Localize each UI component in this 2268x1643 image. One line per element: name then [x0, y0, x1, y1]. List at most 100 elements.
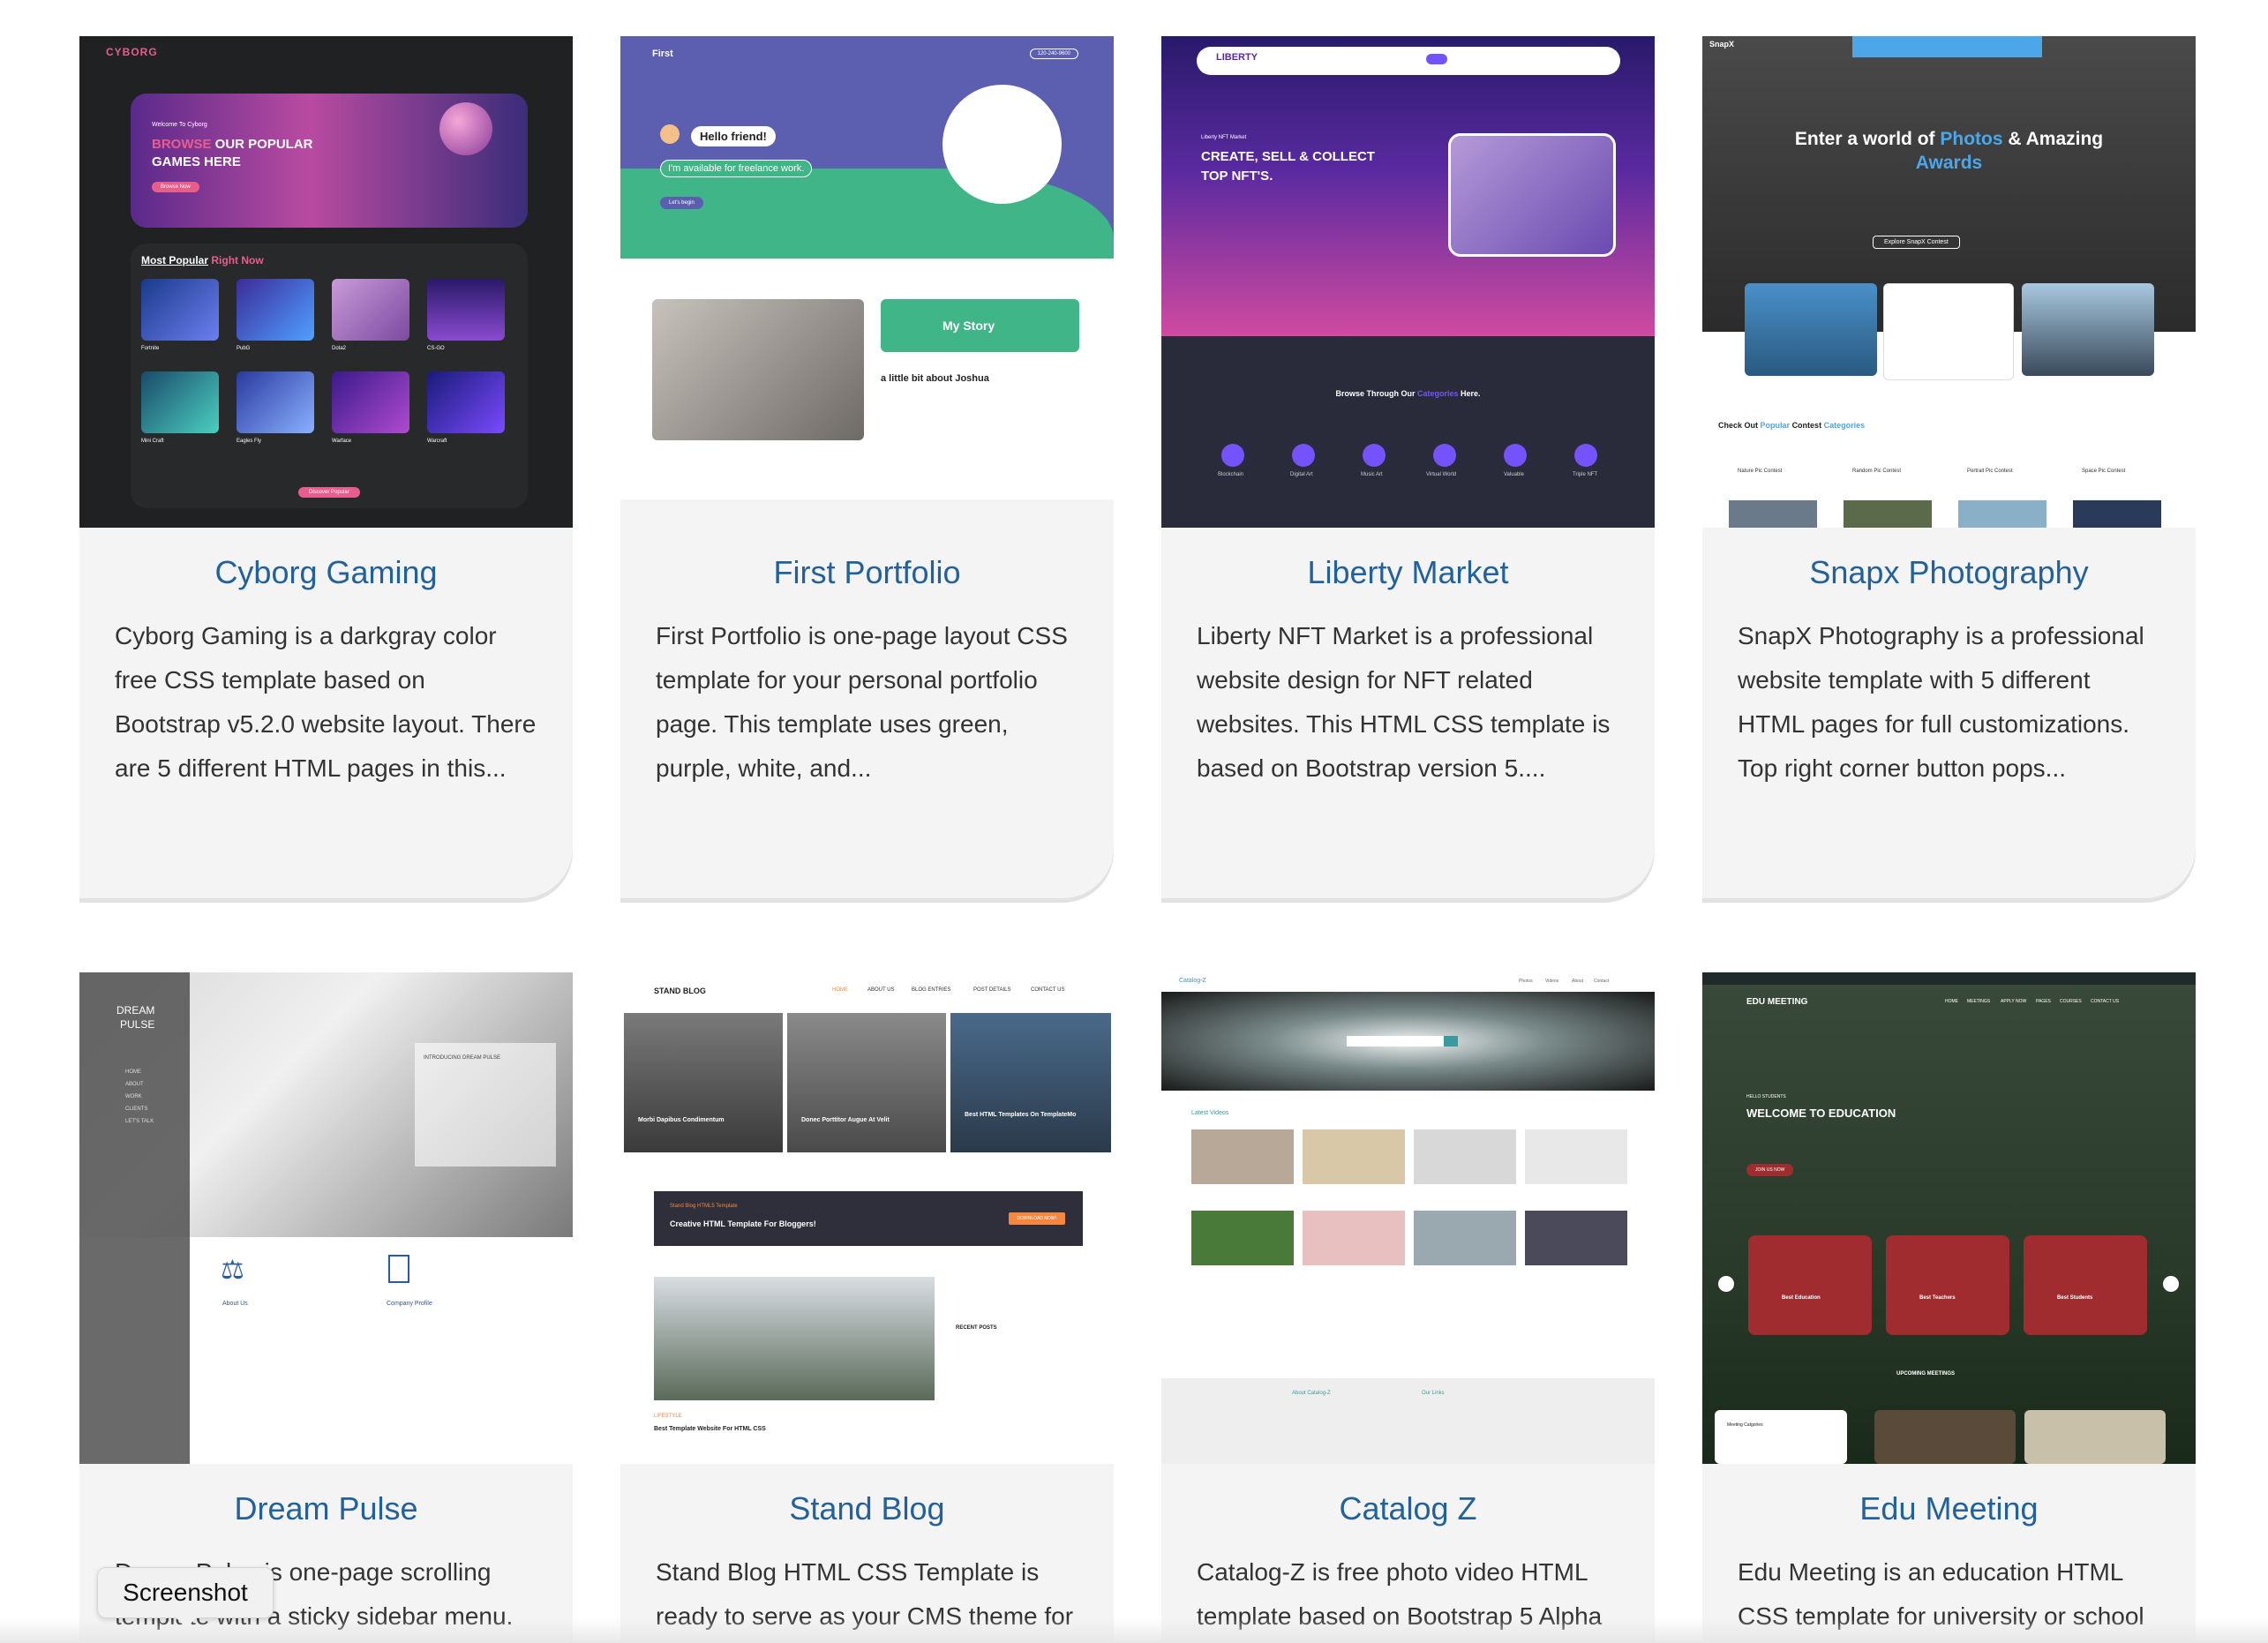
snapx-thumbnail[interactable]: SnapX Enter a world of Photos & Amazing …	[1702, 36, 2196, 528]
liberty-headline-1: CREATE, SELL & COLLECT	[1201, 149, 1375, 164]
chevron-right-icon[interactable]	[2163, 1276, 2179, 1292]
template-card-catalog-z[interactable]: Catalog-Z Photos Videos About Contact La…	[1161, 972, 1655, 1643]
download-now-button[interactable]: DOWNLOAD NOW!	[1008, 1212, 1065, 1225]
edu-nav-item[interactable]: COURSES	[2060, 999, 2082, 1004]
game-thumb[interactable]	[332, 371, 409, 433]
edu-nav-item[interactable]: PAGES	[2036, 999, 2051, 1004]
game-thumb[interactable]	[237, 371, 314, 433]
catalog-nav-item[interactable]: Photos	[1519, 979, 1533, 984]
template-card-edu-meeting[interactable]: EDU MEETING HOME MEETINGS APPLY NOW PAGE…	[1702, 972, 2196, 1643]
stand-nav-item[interactable]: HOME	[832, 987, 848, 993]
game-title: CS-GO	[427, 346, 445, 351]
video-thumb[interactable]	[1414, 1129, 1516, 1184]
snapx-category[interactable]: Space Pic Contest	[2082, 469, 2125, 474]
explore-contest-button[interactable]: Explore SnapX Contest	[1873, 236, 1960, 249]
template-card-cyborg[interactable]: CYBORG Welcome To Cyborg BROWSE OUR POPU…	[79, 36, 573, 898]
edu-feature-label: Best Students	[2057, 1295, 2093, 1301]
game-thumb[interactable]	[141, 279, 219, 341]
stand-slide[interactable]: Morbi Dapibus Condimentum	[624, 1013, 783, 1152]
video-thumb[interactable]	[1414, 1211, 1516, 1265]
game-thumb[interactable]	[427, 371, 505, 433]
template-card-stand-blog[interactable]: STAND BLOG HOME ABOUT US BLOG ENTRIES PO…	[620, 972, 1114, 1643]
cyborg-section-title-accent: Right Now	[211, 254, 264, 266]
stand-blog-thumbnail[interactable]: STAND BLOG HOME ABOUT US BLOG ENTRIES PO…	[620, 972, 1114, 1464]
liberty-headline-2: TOP NFT'S.	[1201, 169, 1273, 184]
template-card-liberty-market[interactable]: LIBERTY Liberty NFT Market CREATE, SELL …	[1161, 36, 1655, 898]
stand-nav-item[interactable]: POST DETAILS	[973, 987, 1010, 993]
nav-home-pill[interactable]	[1426, 54, 1447, 64]
game-thumb[interactable]	[141, 371, 219, 433]
card-title[interactable]: Cyborg Gaming	[79, 552, 573, 593]
badge-tail	[176, 1617, 197, 1628]
video-thumb[interactable]	[1191, 1129, 1294, 1184]
video-thumb[interactable]	[1525, 1129, 1627, 1184]
virtual-world-icon[interactable]	[1433, 444, 1456, 467]
dream-pulse-thumbnail[interactable]: DREAM PULSE HOME ABOUT WORK CLIENTS LET'…	[79, 972, 573, 1464]
video-thumb[interactable]	[1303, 1211, 1405, 1265]
valuable-icon[interactable]	[1504, 444, 1527, 467]
cyborg-cta-button[interactable]: Browse Now	[152, 182, 199, 192]
dream-nav-item[interactable]: HOME	[125, 1069, 141, 1075]
digital-art-icon[interactable]	[1292, 444, 1315, 467]
discover-popular-button[interactable]: Discover Popular	[298, 487, 360, 498]
card-title[interactable]: Dream Pulse	[79, 1489, 573, 1529]
meeting-card[interactable]	[2024, 1410, 2166, 1464]
search-icon[interactable]	[1444, 1036, 1458, 1047]
category-thumb	[1844, 500, 1932, 528]
triple-nft-icon[interactable]	[1574, 444, 1597, 467]
catalog-z-thumbnail[interactable]: Catalog-Z Photos Videos About Contact La…	[1161, 972, 1655, 1464]
catalog-nav-item[interactable]: Contact	[1594, 979, 1609, 984]
snapx-category[interactable]: Nature Pic Contest	[1738, 469, 1782, 474]
stand-nav-item[interactable]: ABOUT US	[867, 987, 895, 993]
edu-nav-item[interactable]: APPLY NOW	[2001, 999, 2026, 1004]
game-thumb[interactable]	[237, 279, 314, 341]
card-title[interactable]: First Portfolio	[620, 552, 1114, 593]
thumb-bottom-gap	[620, 499, 1114, 528]
dream-nav-item[interactable]: LET'S TALK	[125, 1119, 154, 1124]
freelance-bubble: I'm available for freelance work.	[660, 160, 813, 177]
join-us-button[interactable]: JOIN US NOW	[1746, 1164, 1794, 1176]
stand-slide[interactable]: Donec Porttitor Augue At Velit	[787, 1013, 946, 1152]
lets-begin-button[interactable]: Let's begin	[660, 197, 703, 209]
phone-pill[interactable]: 120-240-9600	[1029, 49, 1078, 59]
video-thumb[interactable]	[1303, 1129, 1405, 1184]
about-joshua: a little bit about Joshua	[881, 373, 989, 384]
catalog-search-input[interactable]	[1347, 1036, 1444, 1047]
music-art-icon[interactable]	[1363, 444, 1386, 467]
dream-nav-item[interactable]: ABOUT	[125, 1082, 144, 1087]
liberty-market-thumbnail[interactable]: LIBERTY Liberty NFT Market CREATE, SELL …	[1161, 36, 1655, 528]
edu-nav-item[interactable]: CONTACT US	[2091, 999, 2119, 1004]
first-portfolio-thumbnail[interactable]: First 120-240-9600 Hello friend! I'm ava…	[620, 36, 1114, 528]
template-card-dream-pulse[interactable]: DREAM PULSE HOME ABOUT WORK CLIENTS LET'…	[79, 972, 573, 1643]
stand-nav-item[interactable]: CONTACT US	[1031, 987, 1064, 993]
template-card-first-portfolio[interactable]: First 120-240-9600 Hello friend! I'm ava…	[620, 36, 1114, 898]
card-title[interactable]: Catalog Z	[1161, 1489, 1655, 1529]
meeting-card[interactable]	[1874, 1410, 2016, 1464]
card-title[interactable]: Stand Blog	[620, 1489, 1114, 1529]
card-title[interactable]: Edu Meeting	[1702, 1489, 2196, 1529]
screenshot-badge[interactable]: Screenshot	[97, 1567, 274, 1628]
blockchain-icon[interactable]	[1221, 444, 1244, 467]
snapx-hero-accent: Photos	[1940, 129, 2003, 149]
edu-nav-item[interactable]: HOME	[1945, 999, 1958, 1004]
stand-slide[interactable]: Best HTML Templates On TemplateMo	[950, 1013, 1111, 1152]
dream-nav-item[interactable]: CLIENTS	[125, 1107, 147, 1112]
snapx-category[interactable]: Portrait Pic Contest	[1967, 469, 2013, 474]
snapx-category[interactable]: Random Pic Contest	[1852, 469, 1901, 474]
card-title[interactable]: Liberty Market	[1161, 552, 1655, 593]
game-thumb[interactable]	[427, 279, 505, 341]
chevron-left-icon[interactable]	[1718, 1276, 1734, 1292]
card-title[interactable]: Snapx Photography	[1702, 552, 2196, 593]
video-thumb[interactable]	[1525, 1211, 1627, 1265]
bottom-fade	[0, 1618, 2268, 1643]
template-card-snapx[interactable]: SnapX Enter a world of Photos & Amazing …	[1702, 36, 2196, 898]
edu-meeting-thumbnail[interactable]: EDU MEETING HOME MEETINGS APPLY NOW PAGE…	[1702, 972, 2196, 1464]
cyborg-thumbnail[interactable]: CYBORG Welcome To Cyborg BROWSE OUR POPU…	[79, 36, 573, 528]
edu-nav-item[interactable]: MEETINGS	[1967, 999, 1990, 1004]
dream-nav-item[interactable]: WORK	[125, 1094, 142, 1099]
catalog-nav-item[interactable]: About	[1572, 979, 1583, 984]
catalog-nav-item[interactable]: Videos	[1545, 979, 1558, 984]
stand-nav-item[interactable]: BLOG ENTRIES	[912, 987, 950, 993]
game-thumb[interactable]	[332, 279, 409, 341]
video-thumb[interactable]	[1191, 1211, 1294, 1265]
